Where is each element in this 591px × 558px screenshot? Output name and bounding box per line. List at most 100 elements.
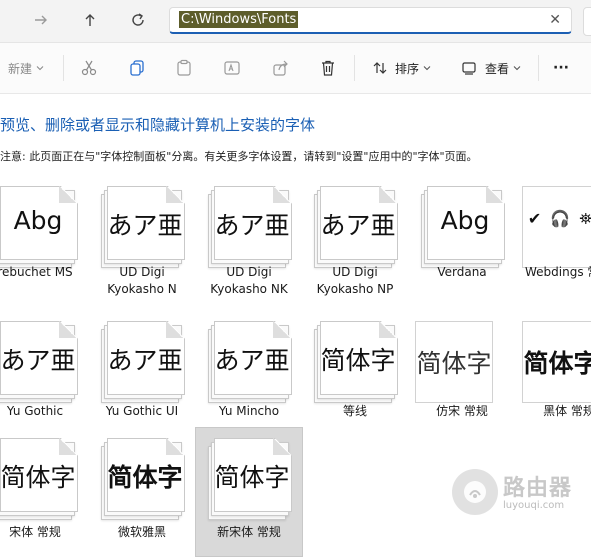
sort-label: 排序	[395, 61, 420, 76]
sort-icon	[373, 62, 387, 74]
scissors-icon	[81, 60, 97, 76]
font-name: UD Digi Kyokasho NK	[210, 265, 288, 296]
font-name: rebuchet MS	[0, 265, 73, 279]
font-preview: あア亜	[208, 186, 292, 268]
font-sample: 简体字	[214, 463, 290, 492]
font-tile[interactable]: あア亜 Yu Gothic	[0, 313, 88, 441]
trash-icon	[322, 60, 334, 76]
up-button[interactable]	[77, 8, 103, 32]
watermark-logo	[452, 469, 498, 515]
font-tile[interactable]: あア亜 UD Digi Kyokasho NK	[196, 178, 302, 306]
font-preview: 简体字	[415, 321, 493, 403]
font-sample: Abg	[440, 206, 490, 235]
font-preview: あア亜	[101, 321, 185, 403]
font-preview: 简体字	[0, 438, 78, 520]
font-name: 仿宋 常规	[436, 404, 488, 418]
font-name: 微软雅黑	[117, 525, 166, 539]
chevron-down-icon	[513, 66, 521, 71]
font-preview: ✔ 🎧 ⛯	[522, 186, 591, 268]
font-tile[interactable]: あア亜 Yu Gothic UI	[89, 313, 195, 441]
watermark-url: luyouqi.com	[503, 500, 565, 511]
font-sample: あア亜	[0, 346, 76, 375]
view-icon	[462, 62, 476, 75]
sort-button[interactable]: 排序	[372, 55, 432, 81]
chevron-down-icon	[423, 66, 431, 71]
toolbar-divider	[63, 55, 64, 81]
router-icon	[464, 481, 486, 503]
font-name: Webdings 常规	[525, 265, 591, 279]
font-tile[interactable]: 简体字 黑体 常规	[516, 313, 591, 441]
font-name: Verdana	[437, 265, 487, 279]
font-sample: ✔ 🎧 ⛯	[527, 209, 591, 228]
font-sample: あア亜	[320, 211, 396, 240]
font-tile[interactable]: 简体字 等线	[302, 313, 408, 441]
new-label: 新建	[8, 61, 33, 76]
font-sample: 简体字	[416, 349, 492, 378]
share-icon	[273, 60, 288, 76]
refresh-icon	[132, 13, 144, 26]
font-tile[interactable]: あア亜 UD Digi Kyokasho NP	[302, 178, 408, 306]
font-sample: 简体字	[107, 463, 183, 492]
cut-button[interactable]	[80, 55, 98, 81]
chevron-down-icon	[36, 66, 44, 71]
font-sample: あア亜	[107, 211, 183, 240]
font-preview: 简体字	[522, 321, 591, 403]
more-options-button[interactable]: ···	[553, 55, 569, 81]
font-preview: あア亜	[101, 186, 185, 268]
view-label: 查看	[485, 61, 510, 76]
font-sample: Abg	[13, 206, 63, 235]
clear-icon[interactable]: ✕	[549, 12, 561, 28]
address-bar[interactable]: C:\Windows\Fonts ✕	[169, 7, 572, 34]
address-row: C:\Windows\Fonts ✕	[0, 0, 591, 43]
font-preview: 简体字	[101, 438, 185, 520]
refresh-button[interactable]	[125, 8, 151, 32]
font-preview: あア亜	[208, 321, 292, 403]
address-path[interactable]: C:\Windows\Fonts	[179, 11, 299, 28]
delete-button[interactable]	[319, 55, 337, 81]
forward-button[interactable]	[28, 8, 54, 32]
font-preview: 简体字	[314, 321, 398, 403]
command-bar: 新建 排序 查看 ···	[0, 43, 591, 94]
font-name: 宋体 常规	[9, 525, 61, 539]
font-tile[interactable]: あア亜 Yu Mincho	[196, 313, 302, 441]
arrow-up-icon	[85, 14, 95, 26]
font-tile[interactable]: Abg rebuchet MS	[0, 178, 88, 306]
font-name: 黑体 常规	[543, 404, 591, 418]
font-tile[interactable]: Abg Verdana	[409, 178, 515, 306]
copy-button[interactable]	[128, 55, 146, 81]
font-tile[interactable]: 简体字 微软雅黑	[89, 430, 195, 558]
font-sample: あア亜	[214, 211, 290, 240]
rename-button[interactable]	[223, 55, 241, 81]
font-preview: 简体字	[208, 438, 292, 520]
font-name: UD Digi Kyokasho NP	[316, 265, 394, 296]
more-icon: ···	[553, 60, 569, 76]
font-name: Yu Mincho	[218, 404, 280, 418]
font-tile[interactable]: あア亜 UD Digi Kyokasho N	[89, 178, 195, 306]
font-preview: あア亜	[314, 186, 398, 268]
font-tile-selected[interactable]: 简体字 新宋体 常规	[195, 427, 303, 557]
font-tile[interactable]: 简体字 仿宋 常规	[409, 313, 515, 441]
info-note: 注意: 此页面正在与"字体控制面板"分离。有关更多字体设置，请转到"设置"应用中…	[0, 150, 478, 163]
new-button[interactable]: 新建	[8, 55, 45, 81]
page-title: 预览、删除或者显示和隐藏计算机上安装的字体	[0, 116, 316, 134]
font-sample: 简体字	[0, 463, 76, 492]
font-name: Yu Gothic	[6, 404, 64, 418]
font-preview: Abg	[421, 186, 505, 268]
font-sample: 简体字	[320, 346, 396, 375]
font-sample: あア亜	[107, 346, 183, 375]
toolbar-divider	[354, 55, 355, 81]
font-preview: あア亜	[0, 321, 78, 403]
font-tile[interactable]: 简体字 宋体 常规	[0, 430, 88, 558]
font-tile[interactable]: ✔ 🎧 ⛯ Webdings 常规	[516, 178, 591, 306]
clipboard-icon	[177, 59, 191, 76]
view-button[interactable]: 查看	[461, 55, 522, 81]
copy-icon	[130, 60, 144, 76]
toolbar-divider	[538, 55, 539, 81]
font-name: UD Digi Kyokasho N	[107, 265, 177, 296]
arrow-right-icon	[35, 15, 47, 25]
search-box-edge[interactable]	[583, 7, 591, 36]
font-name: Yu Gothic UI	[105, 404, 179, 418]
share-button[interactable]	[272, 55, 290, 81]
paste-button[interactable]	[175, 55, 193, 81]
font-preview: Abg	[0, 186, 78, 268]
